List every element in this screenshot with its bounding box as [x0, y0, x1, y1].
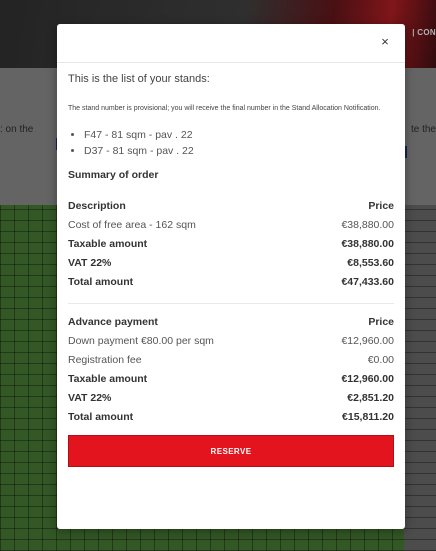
provisional-notice: The stand number is provisional; you wil…	[68, 105, 381, 112]
advance-row: Taxable amount €12,960.00	[68, 370, 394, 389]
close-icon[interactable]: ×	[377, 34, 393, 50]
advance-header-row: Advance payment Price	[68, 313, 394, 332]
summary-row-label: Total amount	[68, 276, 134, 288]
advance-row-label: Total amount	[68, 411, 134, 423]
summary-row-label: Cost of free area - 162 sqm	[68, 219, 196, 231]
summary-row-label: VAT 22%	[68, 257, 112, 269]
summary-header-label: Description	[68, 200, 126, 212]
summary-title: Summary of order	[68, 169, 159, 181]
advance-row-label: Down payment €80.00 per sqm	[68, 335, 214, 347]
advance-row: Total amount €15,811.20	[68, 408, 394, 427]
advance-row: VAT 22% €2,851.20	[68, 389, 394, 408]
advance-row-label: VAT 22%	[68, 392, 112, 404]
summary-header-row: Description Price	[68, 197, 394, 216]
advance-row-label: Taxable amount	[68, 373, 148, 385]
summary-row-value: €47,433.60	[341, 276, 394, 288]
summary-row-value: €38,880.00	[341, 238, 394, 250]
stands-intro: This is the list of your stands:	[68, 73, 210, 85]
summary-row: Total amount €47,433.60	[68, 273, 394, 292]
reserve-button[interactable]: RESERVE	[68, 435, 394, 467]
advance-header-label: Advance payment	[68, 316, 158, 328]
advance-row-value: €12,960.00	[341, 373, 394, 385]
advance-row: Registration fee €0.00	[68, 351, 394, 370]
advance-row: Down payment €80.00 per sqm €12,960.00	[68, 332, 394, 351]
stands-modal: × This is the list of your stands: The s…	[57, 24, 405, 529]
summary-row: Taxable amount €38,880.00	[68, 235, 394, 254]
stand-item: F47 - 81 sqm - pav . 22	[84, 128, 394, 144]
stand-list: F47 - 81 sqm - pav . 22 D37 - 81 sqm - p…	[68, 128, 394, 159]
advance-row-value: €15,811.20	[342, 411, 394, 423]
summary-row: VAT 22% €8,553.60	[68, 254, 394, 273]
advance-row-value: €0.00	[367, 354, 394, 366]
modal-body: This is the list of your stands: The sta…	[57, 63, 405, 467]
summary-row-value: €38,880.00	[341, 219, 394, 231]
advance-row-value: €2,851.20	[347, 392, 394, 404]
advance-header-value: Price	[368, 316, 394, 328]
summary-row: Cost of free area - 162 sqm €38,880.00	[68, 216, 394, 235]
advance-row-value: €12,960.00	[341, 335, 394, 347]
summary-row-label: Taxable amount	[68, 238, 148, 250]
section-divider	[68, 303, 394, 304]
stand-item: D37 - 81 sqm - pav . 22	[84, 144, 394, 160]
summary-row-value: €8,553.60	[347, 257, 394, 269]
summary-table: Description Price Cost of free area - 16…	[68, 197, 394, 292]
summary-header-value: Price	[368, 200, 394, 212]
modal-header: ×	[57, 24, 405, 63]
advance-table: Advance payment Price Down payment €80.0…	[68, 313, 394, 427]
advance-row-label: Registration fee	[68, 354, 142, 366]
